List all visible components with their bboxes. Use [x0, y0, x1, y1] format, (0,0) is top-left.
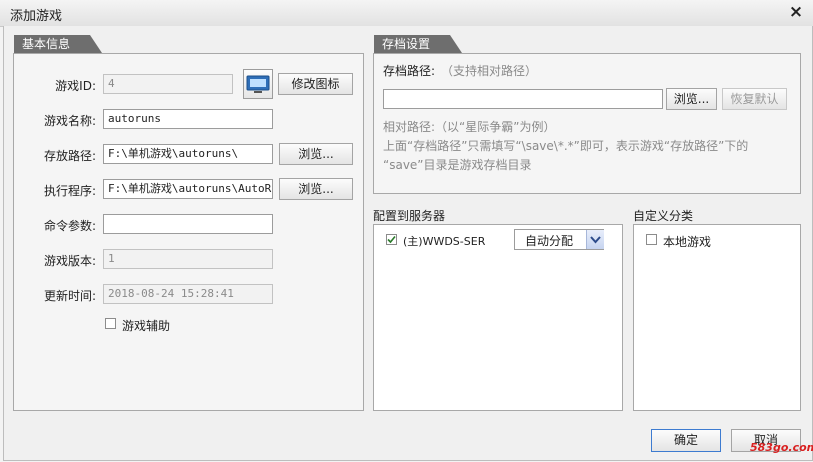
game-id-label: 游戏ID:: [55, 79, 96, 93]
server-name: (主)WWDS-SER: [403, 235, 486, 248]
save-note-line3: “save”目录是游戏存档目录: [383, 158, 532, 172]
store-path-browse-button[interactable]: 浏览...: [279, 143, 353, 165]
exe-path-label: 执行程序:: [43, 184, 96, 198]
custom-category-heading: 自定义分类: [633, 209, 694, 223]
game-icon-preview[interactable]: [243, 69, 273, 99]
dialog-title: 添加游戏: [10, 9, 63, 24]
close-icon[interactable]: ×: [787, 3, 805, 21]
game-name-label: 游戏名称:: [43, 114, 96, 128]
tab-save-settings: 存档设置: [374, 35, 462, 53]
server-config-heading: 配置到服务器: [373, 209, 446, 223]
save-path-browse-button[interactable]: 浏览...: [666, 88, 717, 110]
game-id-field[interactable]: 4: [103, 74, 233, 94]
save-path-field[interactable]: [383, 89, 663, 109]
store-path-field[interactable]: F:\单机游戏\autoruns\: [103, 144, 273, 164]
checkmark-icon: [387, 235, 396, 244]
server-mode-select[interactable]: 自动分配: [514, 229, 604, 250]
game-name-field[interactable]: autoruns: [103, 109, 273, 129]
category-checkbox[interactable]: [646, 234, 657, 245]
category-name: 本地游戏: [663, 235, 712, 249]
server-list: [373, 224, 623, 411]
save-note-line2: 上面“存档路径”只需填写“\save\*.*”即可，表示游戏“存放路径”下的: [383, 139, 749, 153]
save-note-line1: 相对路径:（以“星际争霸”为例）: [383, 120, 556, 134]
monitor-icon: [246, 75, 270, 93]
game-assist-label: 游戏辅助: [122, 319, 171, 333]
save-path-hint: （支持相对路径）: [441, 64, 538, 78]
change-icon-button[interactable]: 修改图标: [278, 73, 353, 95]
exe-path-field[interactable]: F:\单机游戏\autoruns\AutoRu: [103, 179, 273, 199]
restore-default-button[interactable]: 恢复默认: [722, 88, 787, 110]
update-time-label: 更新时间:: [43, 289, 96, 303]
game-assist-checkbox[interactable]: [105, 318, 116, 329]
store-path-label: 存放路径:: [43, 149, 96, 163]
save-path-label: 存档路径:: [383, 64, 436, 78]
exe-path-browse-button[interactable]: 浏览...: [279, 178, 353, 200]
update-time-field[interactable]: 2018-08-24 15:28:41: [103, 284, 273, 304]
server-mode-value: 自动分配: [525, 234, 574, 248]
server-checkbox[interactable]: [386, 234, 397, 245]
category-list: [633, 224, 801, 411]
cmd-args-label: 命令参数:: [43, 219, 96, 233]
game-version-field[interactable]: 1: [103, 249, 273, 269]
watermark: 583go.com: [750, 441, 813, 454]
chevron-down-icon: [586, 230, 604, 249]
tab-basic-info: 基本信息: [14, 35, 102, 53]
dialog-titlebar: 添加游戏 ×: [0, 0, 813, 27]
cmd-args-field[interactable]: [103, 214, 273, 234]
ok-button[interactable]: 确定: [651, 429, 721, 452]
game-version-label: 游戏版本:: [43, 254, 96, 268]
